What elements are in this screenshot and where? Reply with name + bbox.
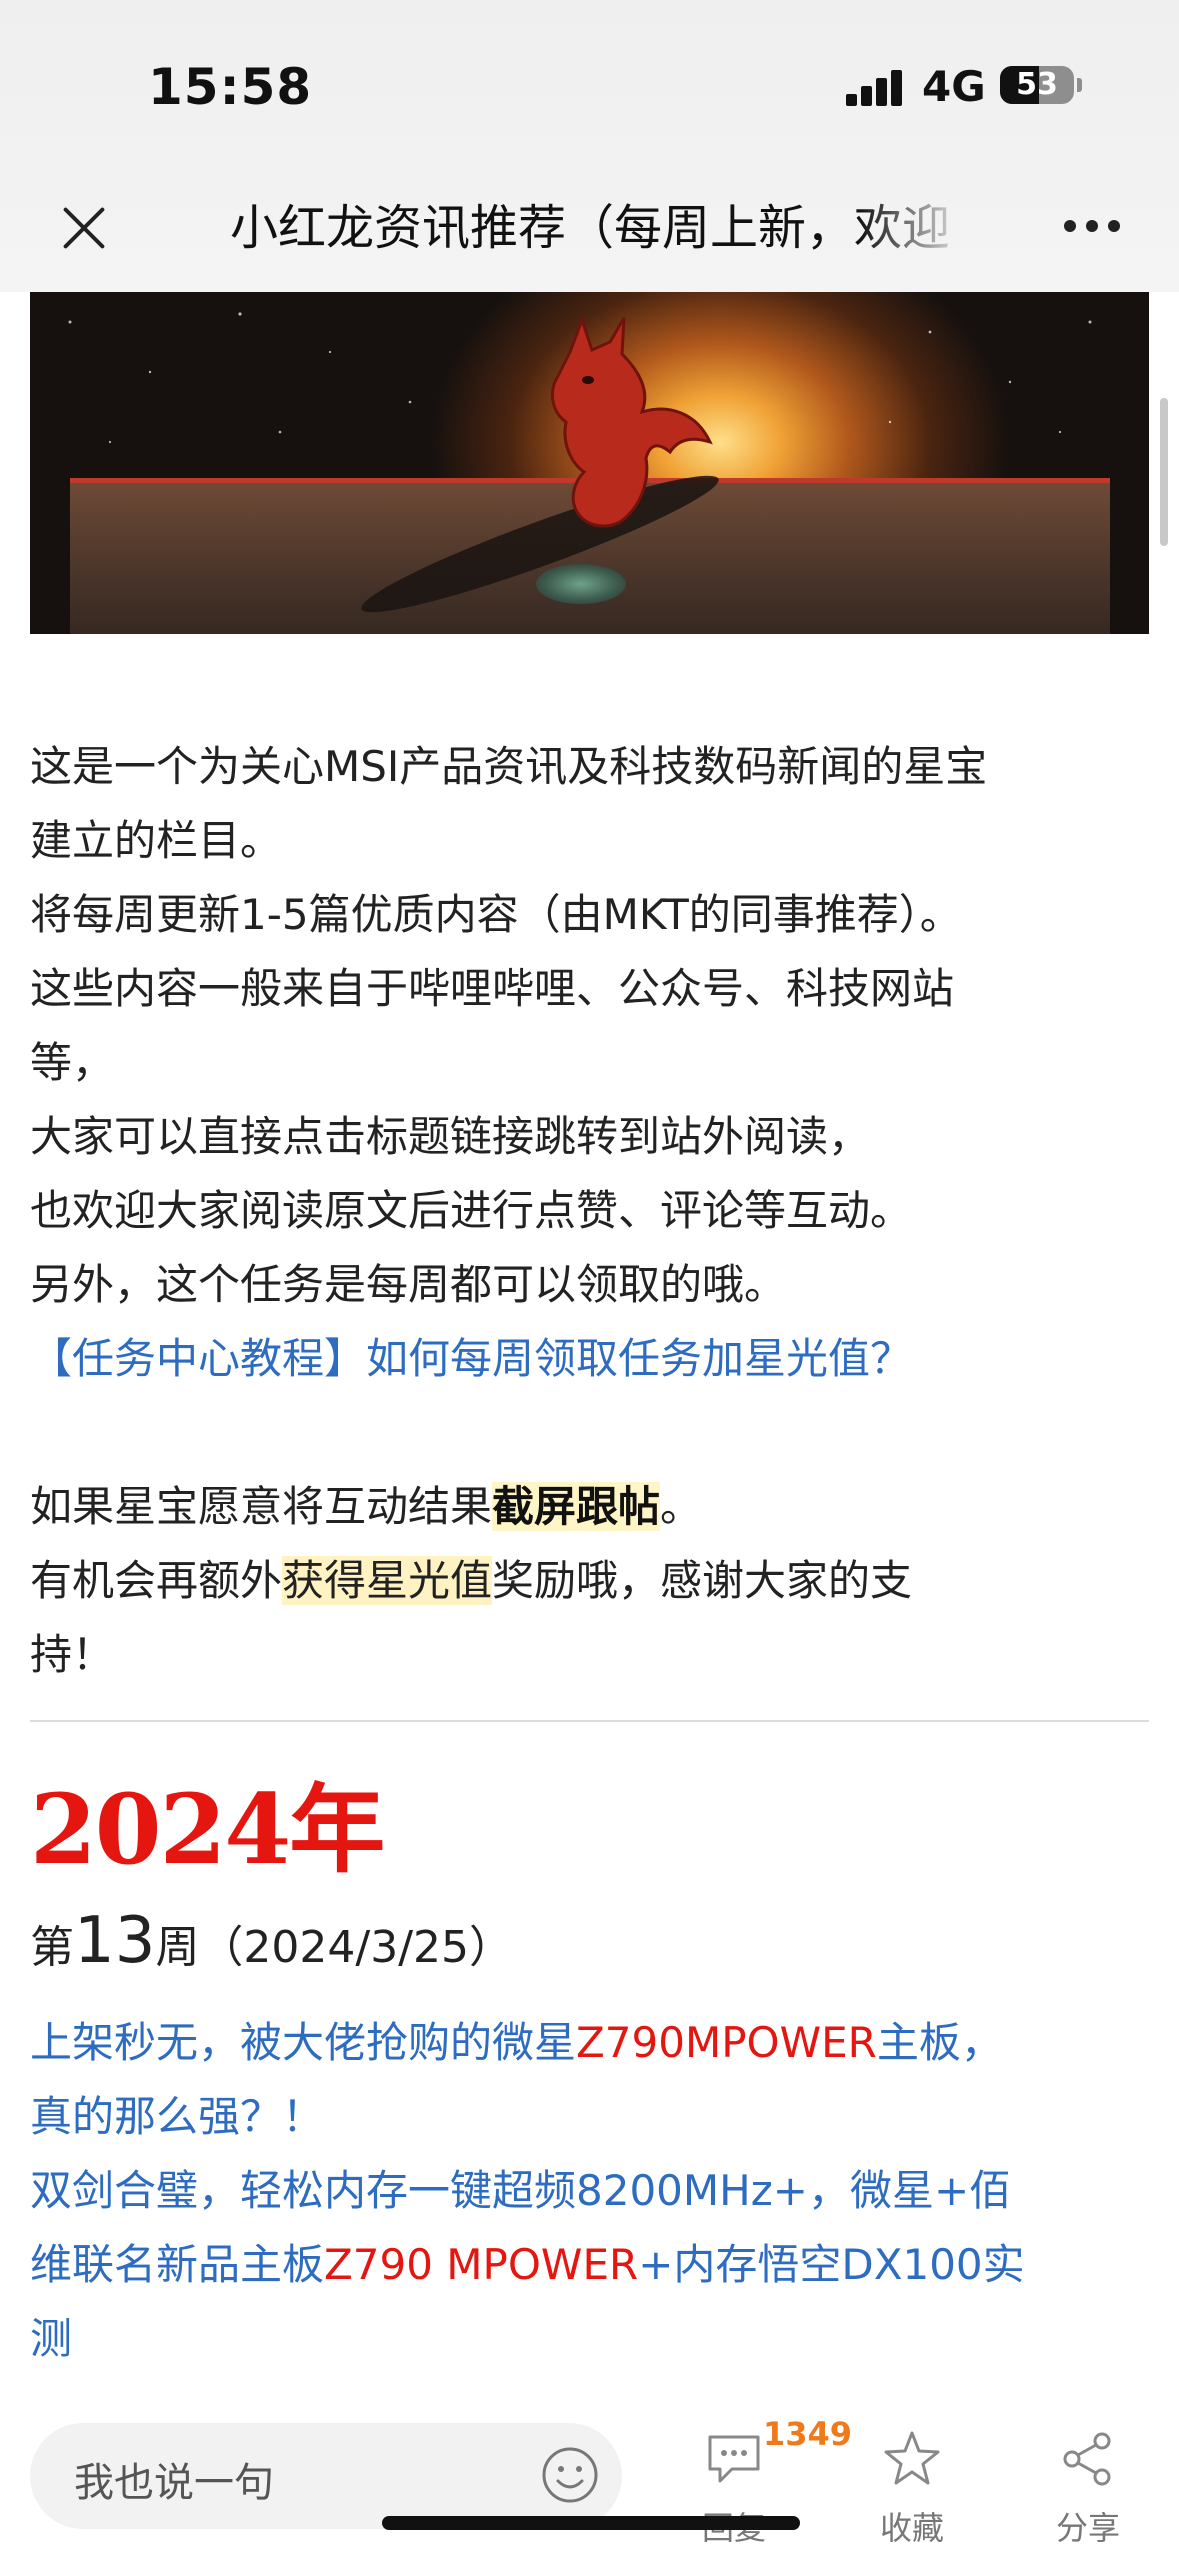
bottom-bar: 我也说一句 回复 1349 收藏 分享 xyxy=(0,2357,1179,2557)
favorite-button[interactable]: 收藏 xyxy=(852,2417,972,2547)
intro-section: 这是一个为关心MSI产品资讯及科技数码新闻的星宝 建立的栏目。 将每周更新1-5… xyxy=(30,730,1149,1692)
week-number: 13 xyxy=(74,1904,156,1978)
bottom-fade xyxy=(0,2357,1179,2397)
intro-line: 另外，这个任务是每周都可以领取的哦。 xyxy=(30,1260,787,1309)
intro-line: 等， xyxy=(30,1038,115,1087)
share-button[interactable]: 分享 xyxy=(1028,2417,1148,2547)
article-title-line[interactable]: 上架秒无，被大佬抢购的微星Z790MPOWER主板， xyxy=(30,2006,1149,2080)
hero-image xyxy=(30,292,1149,634)
tutorial-link[interactable]: 【任务中心教程】如何每周领取任务加星光值？ xyxy=(30,1322,1149,1396)
intro-line: 这是一个为关心MSI产品资讯及科技数码新闻的星宝 xyxy=(30,742,988,791)
scrollbar[interactable] xyxy=(1160,398,1168,546)
comment-icon xyxy=(708,2435,760,2483)
reply-count-badge: 1349 xyxy=(763,2415,853,2453)
share-icon xyxy=(1063,2432,1111,2486)
battery-tip xyxy=(1077,78,1082,92)
intro-line: 大家可以直接点击标题链接跳转到站外阅读， xyxy=(30,1112,871,1161)
article-text[interactable]: 维联名新品主板 xyxy=(30,2240,324,2289)
article-text[interactable]: +内存悟空DX100实 xyxy=(638,2240,1024,2289)
article-model[interactable]: Z790 MPOWER xyxy=(324,2240,638,2289)
reward-text-after: 奖励哦，感谢大家的支 xyxy=(492,1556,913,1605)
intro-line: 这些内容一般来自于哔哩哔哩、公众号、科技网站 xyxy=(30,964,955,1013)
battery-icon: 53 xyxy=(1000,66,1074,104)
dragon-figure-icon xyxy=(550,315,713,528)
page-title: 小红龙资讯推荐（每周上新，欢迎 xyxy=(230,200,951,256)
reward-instruction-end: 持！ xyxy=(30,1630,115,1679)
favorite-label: 收藏 xyxy=(879,2509,944,2547)
comment-input[interactable]: 我也说一句 xyxy=(30,2423,622,2529)
battery-percent: 53 xyxy=(1016,67,1058,102)
reward-highlight: 获得星光值 xyxy=(282,1556,493,1605)
article-model[interactable]: Z790MPOWER xyxy=(576,2018,877,2067)
article-title-line[interactable]: 真的那么强？！ xyxy=(30,2080,1149,2154)
article-title-line[interactable]: 双剑合璧，轻松内存一键超频8200MHz+，微星+佰 xyxy=(30,2154,1149,2228)
article-link[interactable]: 双剑合璧，轻松内存一键超频8200MHz+，微星+佰 维联名新品主板Z790 M… xyxy=(30,2154,1149,2376)
year-heading: 2024年 xyxy=(30,1773,385,1886)
week-suffix: 周（2024/3/25） xyxy=(155,1922,514,1973)
star-icon xyxy=(884,2431,940,2485)
screenshot-text-before: 如果星宝愿意将互动结果 xyxy=(30,1482,493,1531)
reward-text-before: 有机会再额外 xyxy=(30,1556,283,1605)
article-link[interactable]: 上架秒无，被大佬抢购的微星Z790MPOWER主板， 真的那么强？！ xyxy=(30,2006,1149,2154)
week-heading: 第13周（2024/3/25） xyxy=(30,1904,513,1978)
top-bar: 15:58 4G 53 小红龙资讯推荐（每周上新，欢迎 xyxy=(0,0,1179,292)
home-indicator[interactable] xyxy=(382,2516,800,2530)
comment-placeholder: 我也说一句 xyxy=(74,2460,274,2506)
reward-instruction: 有机会再额外获得星光值奖励哦，感谢大家的支 xyxy=(30,1544,1149,1618)
emoji-icon[interactable] xyxy=(540,2445,600,2505)
intro-line: 也欢迎大家阅读原文后进行点赞、评论等互动。 xyxy=(30,1186,913,1235)
section-divider xyxy=(30,1720,1149,1722)
article-text[interactable]: 上架秒无，被大佬抢购的微星 xyxy=(30,2018,576,2067)
article-text[interactable]: 主板， xyxy=(877,2018,1003,2067)
close-button[interactable] xyxy=(52,196,116,260)
screenshot-instruction: 如果星宝愿意将互动结果截屏跟帖。 xyxy=(30,1470,1149,1544)
article-list: 上架秒无，被大佬抢购的微星Z790MPOWER主板， 真的那么强？！ 双剑合璧，… xyxy=(30,2006,1149,2376)
intro-line: 将每周更新1-5篇优质内容（由MKT的同事推荐）。 xyxy=(30,890,962,939)
screenshot-emphasis: 截屏跟帖 xyxy=(492,1482,661,1531)
status-time: 15:58 xyxy=(148,58,313,116)
network-type: 4G xyxy=(922,62,986,111)
intro-line: 建立的栏目。 xyxy=(30,816,283,865)
screenshot-text-after: 。 xyxy=(660,1482,703,1531)
signal-icon xyxy=(846,66,906,106)
article-title-line[interactable]: 维联名新品主板Z790 MPOWER+内存悟空DX100实 xyxy=(30,2228,1149,2302)
msi-logo-icon xyxy=(536,564,626,604)
share-label: 分享 xyxy=(1055,2509,1120,2547)
week-prefix: 第 xyxy=(30,1922,74,1973)
more-options-button[interactable] xyxy=(1064,216,1124,236)
